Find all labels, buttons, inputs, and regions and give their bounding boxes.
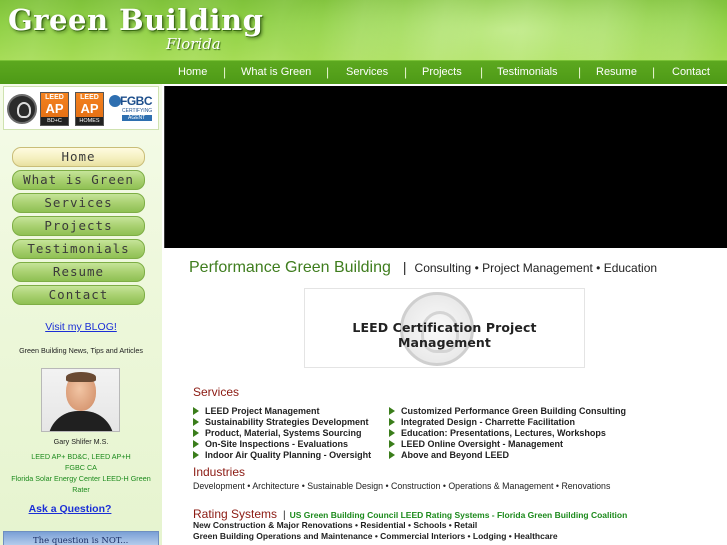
photo-shirt — [48, 411, 114, 431]
leed-banner-text: LEED Certification Project Management — [352, 320, 537, 350]
fgbc-agent-bar: AGENT — [122, 115, 152, 121]
site-header: Green Building Florida — [0, 0, 727, 60]
profile-photo — [41, 368, 120, 432]
badge-top-text: LEED — [80, 94, 99, 101]
question-banner-text: The question is NOT... — [33, 536, 129, 545]
service-item: LEED Online Oversight - Management — [389, 439, 563, 449]
service-item: Product, Material, Systems Sourcing — [193, 428, 362, 438]
usgbc-logo — [7, 94, 37, 124]
blog-link[interactable]: Visit my BLOG! — [0, 321, 162, 333]
sidebar-button-services[interactable]: Services — [12, 193, 145, 213]
service-label: Above and Beyond LEED — [401, 450, 510, 460]
certification-logos: LEED AP BD+C LEED AP HOMES FGBC CERTIFYI… — [3, 86, 159, 130]
service-item: Education: Presentations, Lectures, Work… — [389, 428, 606, 438]
arrow-bullet-icon — [193, 407, 199, 415]
service-label: LEED Online Oversight - Management — [401, 439, 564, 449]
topnav-services[interactable]: Services — [346, 66, 388, 78]
topnav-separator: | — [404, 65, 408, 79]
industries-title: Industries — [193, 465, 246, 479]
service-label: On-Site Inspections - Evaluations — [205, 439, 349, 449]
main-title: Performance Green Building — [189, 259, 391, 276]
sidebar-button-resume[interactable]: Resume — [12, 262, 145, 282]
badge-bottom-text: BD+C — [41, 117, 68, 125]
video-player[interactable] — [164, 86, 727, 248]
service-item: Integrated Design - Charrette Facilitati… — [389, 417, 575, 427]
service-label: Product, Material, Systems Sourcing — [205, 428, 362, 438]
topnav-what-is-green[interactable]: What is Green — [241, 66, 311, 78]
badge-bottom-text: HOMES — [76, 117, 103, 125]
service-item: Sustainability Strategies Development — [193, 417, 369, 427]
sidebar-button-projects[interactable]: Projects — [12, 216, 145, 236]
leed-ap-bdc-badge: LEED AP BD+C — [40, 92, 69, 126]
fgbc-logo: FGBC CERTIFYING AGENT — [109, 93, 157, 127]
badge-mid-text: AP — [80, 101, 99, 116]
fgbc-name: FGBC — [120, 94, 153, 108]
service-item: Above and Beyond LEED — [389, 450, 509, 460]
badge-top-text: LEED — [45, 94, 64, 101]
rating-line: New Construction & Major Renovations • R… — [193, 520, 478, 530]
topnav-resume[interactable]: Resume — [596, 66, 637, 78]
topnav-testimonials[interactable]: Testimonials — [497, 66, 558, 78]
sidebar-button-contact[interactable]: Contact — [12, 285, 145, 305]
sidebar-button-what-is-green[interactable]: What is Green — [12, 170, 145, 190]
top-nav: Home | What is Green | Services | Projec… — [0, 60, 727, 84]
service-label: Customized Performance Green Building Co… — [401, 406, 627, 416]
topnav-separator: | — [326, 65, 330, 79]
left-sidebar: LEED AP BD+C LEED AP HOMES FGBC CERTIFYI… — [0, 84, 162, 545]
service-item: LEED Project Management — [193, 406, 320, 416]
page: Green Building Florida Home | What is Gr… — [0, 0, 727, 545]
leed-banner: LEED Certification Project Management — [304, 288, 585, 368]
topnav-separator: | — [480, 65, 484, 79]
service-label: Indoor Air Quality Planning - Oversight — [205, 450, 372, 460]
credential-line: Florida Solar Energy Center LEED-H Green… — [11, 474, 151, 494]
fgbc-sub: CERTIFYING — [122, 108, 153, 114]
credential-line: LEED AP+ BD&C, LEED AP+H — [31, 452, 131, 461]
service-label: Integrated Design - Charrette Facilitati… — [401, 417, 576, 427]
service-label: Education: Presentations, Lectures, Work… — [401, 428, 606, 438]
topnav-contact[interactable]: Contact — [672, 66, 710, 78]
leed-ap-homes-badge: LEED AP HOMES — [75, 92, 104, 126]
site-title[interactable]: Green Building — [8, 3, 263, 37]
topnav-separator: | — [578, 65, 582, 79]
arrow-bullet-icon — [389, 451, 395, 459]
ask-question-link[interactable]: Ask a Question? — [0, 503, 140, 515]
topnav-home[interactable]: Home — [178, 66, 207, 78]
service-label: LEED Project Management — [205, 406, 320, 416]
main-heading: Performance Green Building | Consulting • … — [189, 259, 657, 277]
arrow-bullet-icon — [193, 451, 199, 459]
arrow-bullet-icon — [389, 418, 395, 426]
credential-line: FGBC CA — [65, 463, 97, 472]
fgbc-agent: AGENT — [128, 115, 146, 121]
rating-systems-subtitle: US Green Building Council LEED Rating Sy… — [289, 510, 628, 520]
credentials: LEED AP+ BD&C, LEED AP+H FGBC CA Florida… — [4, 451, 158, 495]
topnav-separator: | — [652, 65, 656, 79]
question-banner[interactable]: The question is NOT... — [3, 531, 159, 545]
main-subtitle: Consulting • Project Management • Educat… — [414, 261, 658, 275]
arrow-bullet-icon — [389, 429, 395, 437]
heading-separator: | — [402, 259, 407, 275]
industries-list: Development • Architecture • Sustainable… — [193, 481, 611, 491]
topnav-projects[interactable]: Projects — [422, 66, 462, 78]
services-title: Services — [193, 385, 240, 399]
arrow-bullet-icon — [193, 418, 199, 426]
service-item: Indoor Air Quality Planning - Oversight — [193, 450, 371, 460]
sidebar-button-home[interactable]: Home — [12, 147, 145, 167]
rating-line: Green Building Operations and Maintenanc… — [193, 531, 558, 541]
service-item: On-Site Inspections - Evaluations — [193, 439, 348, 449]
sidebar-button-testimonials[interactable]: Testimonials — [12, 239, 145, 259]
badge-mid-text: AP — [45, 101, 64, 116]
arrow-bullet-icon — [193, 429, 199, 437]
photo-hair — [66, 372, 96, 382]
service-item: Customized Performance Green Building Co… — [389, 406, 626, 416]
site-subtitle: Florida — [166, 35, 221, 53]
rating-systems-title: Rating Systems — [193, 507, 278, 521]
service-label: Sustainability Strategies Development — [205, 417, 369, 427]
arrow-bullet-icon — [389, 440, 395, 448]
arrow-bullet-icon — [389, 407, 395, 415]
topnav-separator: | — [223, 65, 227, 79]
blog-subtitle: Green Building News, Tips and Articles — [19, 346, 143, 355]
person-name: Gary Shlifer M.S. — [53, 437, 109, 446]
arrow-bullet-icon — [193, 440, 199, 448]
